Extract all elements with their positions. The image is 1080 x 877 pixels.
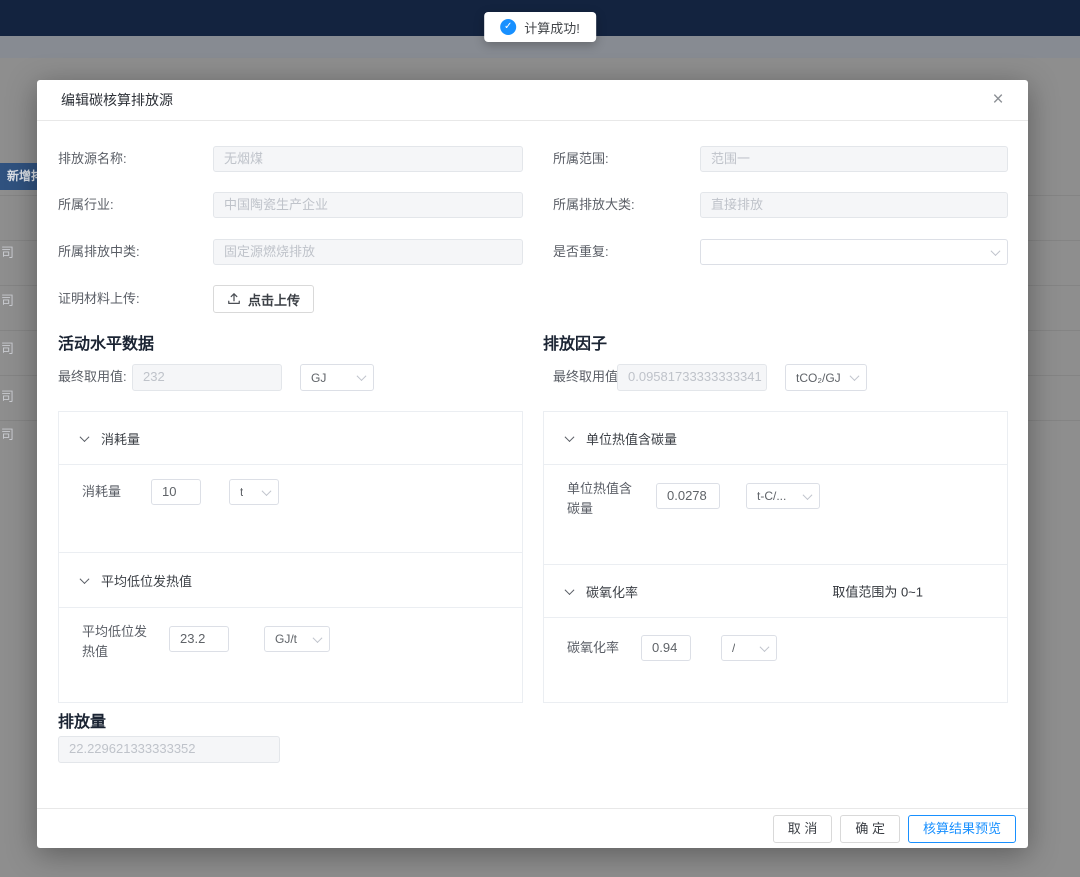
medium-category-input: 固定源燃烧排放 bbox=[213, 239, 523, 265]
oxidation-rate-unit-select[interactable]: / bbox=[721, 635, 777, 661]
consumption-row-label: 消耗量 bbox=[82, 482, 121, 502]
oxidation-rate-panel-body: 碳氧化率 0.94 / bbox=[544, 618, 1007, 702]
scope-input: 范围一 bbox=[700, 146, 1008, 172]
emission-amount-input: 22.229621333333352 bbox=[58, 736, 280, 763]
carbon-content-panel-title: 单位热值含碳量 bbox=[586, 429, 677, 448]
table-cell-fragment: 司 bbox=[1, 386, 14, 405]
consumption-unit-select[interactable]: t bbox=[229, 479, 279, 505]
factor-final-label: 最终取用值: bbox=[553, 364, 622, 390]
chevron-down-icon bbox=[262, 486, 272, 496]
table-cell-fragment: 司 bbox=[1, 424, 14, 443]
is-duplicate-select[interactable] bbox=[700, 239, 1008, 265]
table-cell-fragment: 司 bbox=[1, 242, 14, 261]
medium-category-label: 所属排放中类: bbox=[58, 239, 140, 265]
factor-section-title: 排放因子 bbox=[543, 330, 607, 354]
dialog-title: 编辑碳核算排放源 bbox=[61, 90, 173, 110]
heating-value-panel-body: 平均低位发热值 23.2 GJ/t bbox=[59, 608, 522, 703]
table-cell-fragment: 司 bbox=[1, 338, 14, 357]
success-toast: ✓ 计算成功! bbox=[484, 12, 596, 42]
consumption-unit-value: t bbox=[240, 485, 243, 499]
upload-button-label: 点击上传 bbox=[248, 290, 300, 309]
carbon-content-unit-value: t-C/... bbox=[757, 489, 786, 503]
consumption-input[interactable]: 10 bbox=[151, 479, 201, 505]
is-duplicate-label: 是否重复: bbox=[553, 239, 609, 265]
carbon-content-input[interactable]: 0.0278 bbox=[656, 483, 720, 509]
factor-unit-select[interactable]: tCO₂/GJ bbox=[785, 364, 867, 391]
factor-final-input: 0.09581733333333341 bbox=[617, 364, 767, 391]
factor-unit-value: tCO₂/GJ bbox=[796, 371, 841, 385]
cancel-button[interactable]: 取 消 bbox=[773, 815, 833, 843]
chevron-down-icon bbox=[313, 633, 323, 643]
heating-value-row-label: 平均低位发热值 bbox=[82, 622, 154, 662]
factor-collapse: 单位热值含碳量 单位热值含碳量 0.0278 t-C/... 碳氧化率 取值范围… bbox=[543, 411, 1008, 703]
heating-value-unit-select[interactable]: GJ/t bbox=[264, 626, 330, 652]
table-cell-fragment: 司 bbox=[1, 290, 14, 309]
carbon-content-panel-header[interactable]: 单位热值含碳量 bbox=[544, 412, 1007, 465]
carbon-content-row-label: 单位热值含碳量 bbox=[567, 479, 642, 519]
oxidation-rate-input[interactable]: 0.94 bbox=[641, 635, 691, 661]
oxidation-rate-panel-header[interactable]: 碳氧化率 取值范围为 0~1 bbox=[544, 564, 1007, 618]
chevron-down-icon bbox=[991, 246, 1001, 256]
collapse-arrow-icon bbox=[80, 574, 90, 584]
collapse-arrow-icon bbox=[565, 585, 575, 595]
add-button-background: 新增排 bbox=[0, 163, 37, 190]
oxidation-rate-unit-value: / bbox=[732, 641, 735, 655]
chevron-down-icon bbox=[760, 642, 770, 652]
heating-value-input[interactable]: 23.2 bbox=[169, 626, 229, 652]
activity-final-label: 最终取用值: bbox=[58, 364, 127, 390]
heating-value-unit-value: GJ/t bbox=[275, 632, 297, 646]
collapse-arrow-icon bbox=[80, 432, 90, 442]
consumption-panel-title: 消耗量 bbox=[101, 429, 140, 448]
oxidation-rate-range-hint: 取值范围为 0~1 bbox=[832, 582, 923, 601]
activity-section-title: 活动水平数据 bbox=[58, 330, 154, 354]
activity-final-input: 232 bbox=[132, 364, 282, 391]
source-name-input: 无烟煤 bbox=[213, 146, 523, 172]
industry-input: 中国陶瓷生产企业 bbox=[213, 192, 523, 218]
upload-button[interactable]: 点击上传 bbox=[213, 285, 314, 313]
chevron-down-icon bbox=[850, 371, 860, 381]
toast-message: 计算成功! bbox=[524, 18, 580, 37]
upload-icon bbox=[227, 292, 241, 306]
scope-label: 所属范围: bbox=[553, 146, 609, 172]
carbon-content-panel-body: 单位热值含碳量 0.0278 t-C/... bbox=[544, 465, 1007, 564]
upload-label: 证明材料上传: bbox=[58, 285, 140, 313]
edit-emission-source-dialog: 编辑碳核算排放源 × 排放源名称: 无烟煤 所属范围: 范围一 所属行业: 中国… bbox=[37, 80, 1028, 848]
emission-section-title: 排放量 bbox=[58, 708, 106, 732]
dialog-header: 编辑碳核算排放源 × bbox=[37, 80, 1028, 121]
success-check-icon: ✓ bbox=[500, 19, 516, 35]
result-preview-button[interactable]: 核算结果预览 bbox=[908, 815, 1016, 843]
confirm-button[interactable]: 确 定 bbox=[840, 815, 900, 843]
chevron-down-icon bbox=[803, 490, 813, 500]
carbon-content-unit-select[interactable]: t-C/... bbox=[746, 483, 820, 509]
chevron-down-icon bbox=[357, 371, 367, 381]
source-name-label: 排放源名称: bbox=[58, 146, 127, 172]
major-category-input: 直接排放 bbox=[700, 192, 1008, 218]
activity-unit-select[interactable]: GJ bbox=[300, 364, 374, 391]
heating-value-panel-header[interactable]: 平均低位发热值 bbox=[59, 552, 522, 608]
activity-collapse: 消耗量 消耗量 10 t 平均低位发热值 平均低位发热值 23.2 GJ/t bbox=[58, 411, 523, 703]
close-icon[interactable]: × bbox=[986, 88, 1010, 112]
heating-value-panel-title: 平均低位发热值 bbox=[101, 571, 192, 590]
activity-unit-value: GJ bbox=[311, 371, 326, 385]
major-category-label: 所属排放大类: bbox=[553, 192, 635, 218]
dialog-footer: 取 消 确 定 核算结果预览 bbox=[37, 808, 1028, 848]
consumption-panel-body: 消耗量 10 t bbox=[59, 465, 522, 552]
industry-label: 所属行业: bbox=[58, 192, 114, 218]
consumption-panel-header[interactable]: 消耗量 bbox=[59, 412, 522, 465]
screen: 新增排 司 司 司 司 司 ✓ 计算成功! 编辑碳核算排放源 × 排放源名称: … bbox=[0, 0, 1080, 877]
collapse-arrow-icon bbox=[565, 432, 575, 442]
oxidation-rate-row-label: 碳氧化率 bbox=[567, 638, 619, 658]
oxidation-rate-panel-title: 碳氧化率 bbox=[586, 582, 638, 601]
